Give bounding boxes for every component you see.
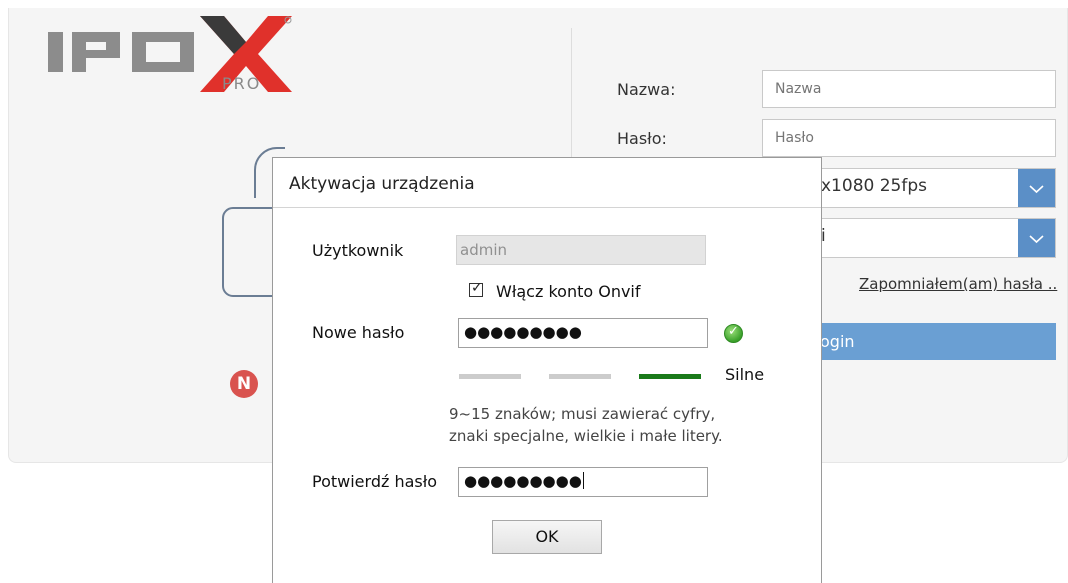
new-password-mask: ●●●●●●●●● [464,323,582,341]
password-hint-line1: 9~15 znaków; musi zawierać cyfry, [449,405,716,423]
name-input[interactable] [762,70,1056,108]
user-field: admin [456,235,706,265]
password-hint: 9~15 znaków; musi zawierać cyfry, znaki … [449,403,723,447]
strength-bar-strong [639,374,701,379]
n-badge-icon: N [230,370,258,398]
dialog-title: Aktywacja urządzenia [289,174,475,194]
dialog-header: Aktywacja urządzenia [273,158,821,208]
password-input[interactable] [762,119,1056,157]
forgot-password-link[interactable]: Zapomniałem(am) hasła .. [859,275,1057,293]
strength-bar-medium [549,374,611,379]
strength-bar-weak [459,374,521,379]
confirm-password-mask: ●●●●●●●●● [464,472,584,490]
password-hint-line2: znaki specjalne, wielkie i małe litery. [449,427,723,445]
password-label: Hasło: [617,129,667,148]
chevron-down-icon[interactable] [1018,219,1055,257]
login-button[interactable]: ogin [812,323,1056,360]
new-password-label: Nowe hasło [312,323,405,342]
language-select[interactable]: i [812,218,1056,258]
stream-select[interactable]: x1080 25fps [812,168,1056,208]
user-label: Użytkownik [312,241,404,260]
confirm-password-label: Potwierdź hasło [312,472,438,491]
chevron-down-icon[interactable] [1018,169,1055,207]
new-password-input[interactable]: ●●●●●●●●● [458,318,708,348]
brand-subtitle: PRO [222,74,262,93]
onvif-checkbox[interactable]: ✓ [469,280,483,297]
check-circle-icon: ✓ [724,324,743,343]
activation-dialog: Aktywacja urządzenia Użytkownik admin ✓ … [272,157,822,583]
onvif-label[interactable]: Włącz konto Onvif [496,282,641,301]
strength-label: Silne [725,365,765,384]
checkmark-icon: ✓ [471,280,483,296]
name-label: Nazwa: [617,80,676,99]
stream-select-value: x1080 25fps [821,176,927,196]
ok-button[interactable]: OK [492,520,602,554]
confirm-password-input[interactable]: ●●●●●●●●● [458,467,708,497]
